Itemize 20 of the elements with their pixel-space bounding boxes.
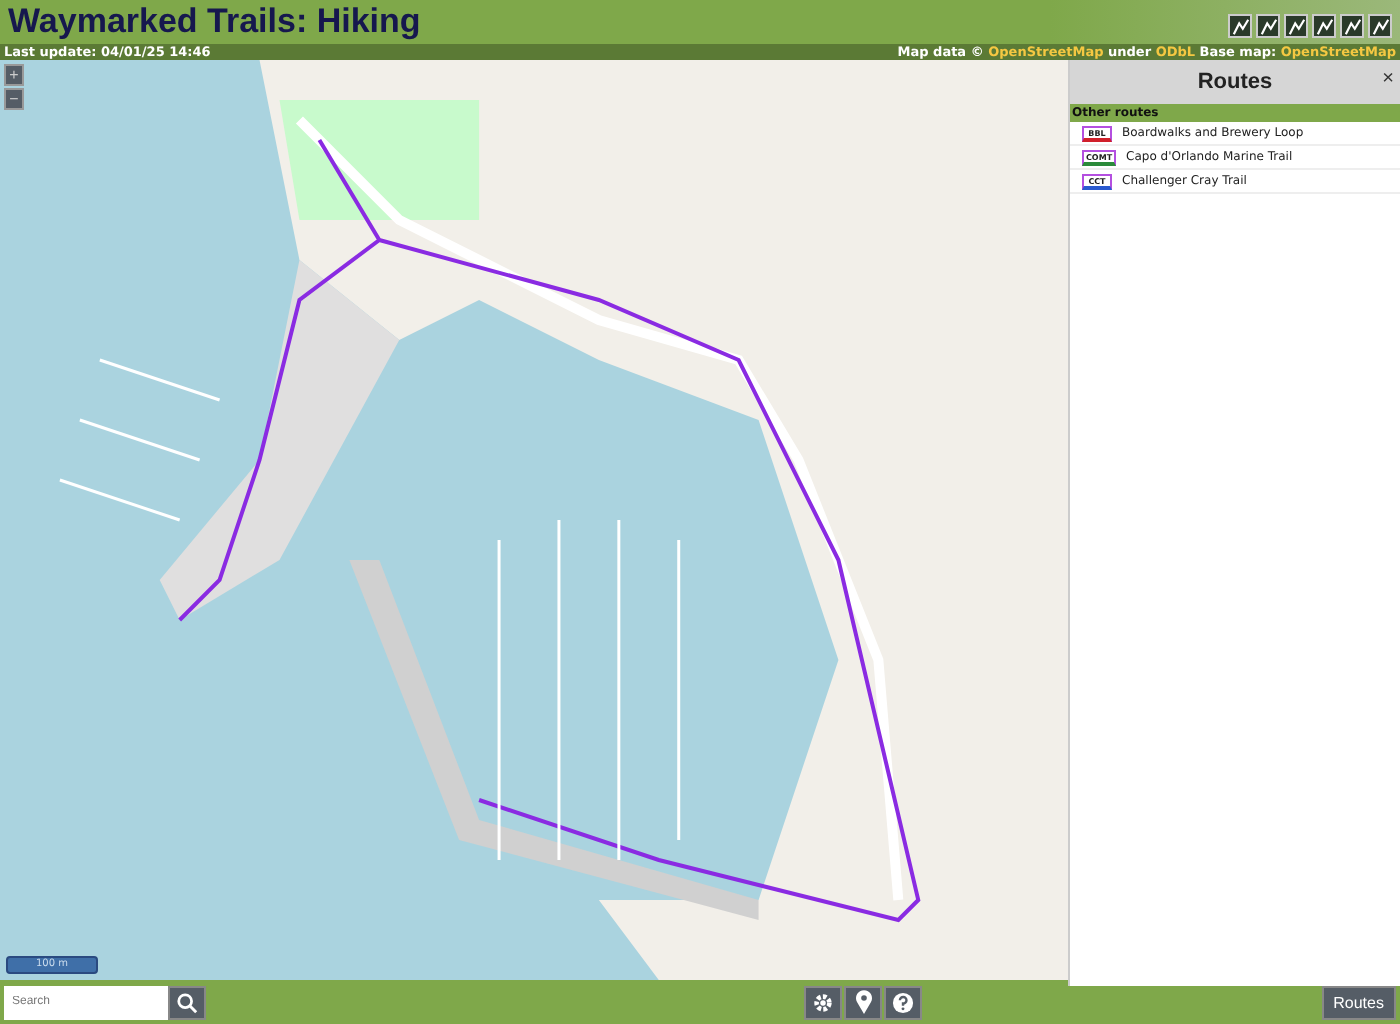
- map-style-icon[interactable]: [1284, 14, 1308, 38]
- map-style-icon[interactable]: [1228, 14, 1252, 38]
- zoom-out-button[interactable]: −: [4, 88, 24, 110]
- location-pin-button[interactable]: [844, 985, 883, 1019]
- help-button[interactable]: [884, 985, 923, 1019]
- panel-title: Routes: [1197, 70, 1273, 94]
- site-title: Waymarked Trails: Hiking: [8, 2, 421, 42]
- routes-button[interactable]: Routes: [1321, 985, 1396, 1019]
- map-style-icon[interactable]: [1312, 14, 1336, 38]
- zoom-in-button[interactable]: +: [4, 64, 24, 86]
- search-button[interactable]: [168, 985, 206, 1019]
- map-style-icon[interactable]: [1256, 14, 1280, 38]
- search-icon: [176, 991, 198, 1013]
- help-icon: [892, 991, 915, 1013]
- map-style-icon[interactable]: [1368, 14, 1392, 38]
- gear-icon: [812, 991, 835, 1013]
- map-style-icon[interactable]: [1340, 14, 1364, 38]
- settings-button[interactable]: [804, 985, 843, 1019]
- location-pin-icon: [853, 990, 874, 1014]
- close-button[interactable]: ×: [1382, 70, 1394, 90]
